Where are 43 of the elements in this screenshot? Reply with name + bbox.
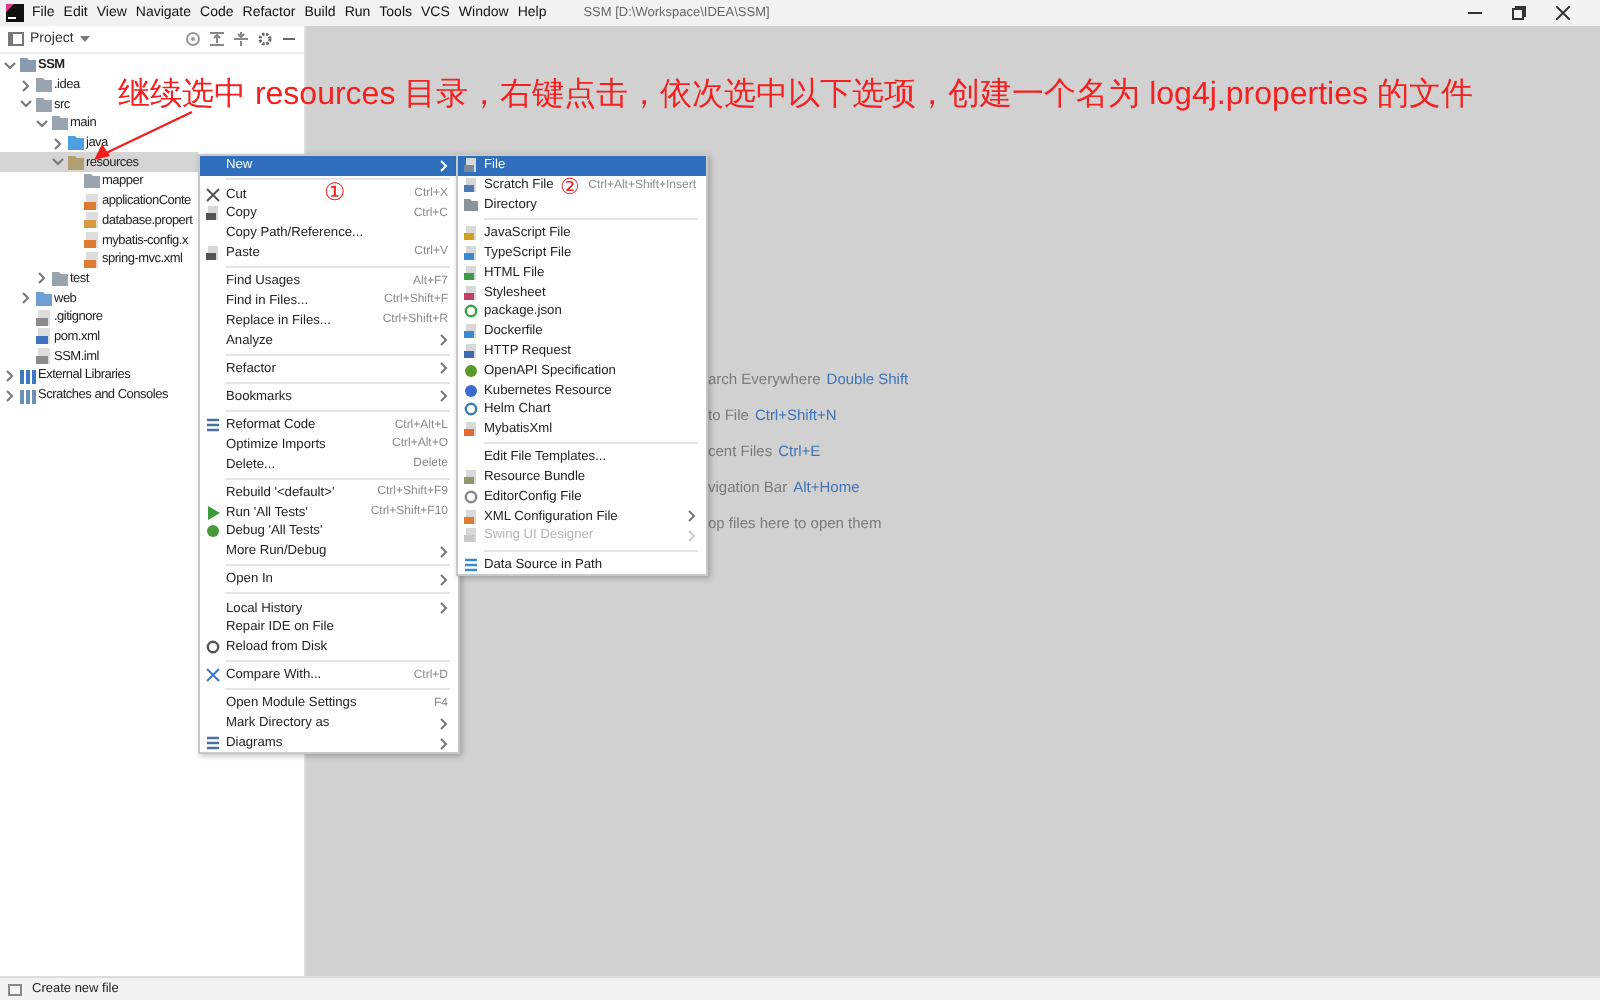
close-icon[interactable] — [1556, 6, 1570, 20]
file-icon — [35, 348, 51, 365]
chevron-right-icon[interactable] — [52, 137, 64, 150]
app-logo-icon — [6, 4, 24, 22]
chevron-right-icon[interactable] — [4, 369, 16, 382]
library-icon — [19, 367, 35, 384]
caret-icon[interactable] — [79, 35, 90, 43]
lines-icon — [206, 418, 220, 433]
chevron-right-icon[interactable] — [20, 292, 32, 305]
hide-icon[interactable] — [282, 32, 296, 46]
chevron-down-icon[interactable] — [52, 156, 64, 169]
file-icon — [464, 285, 478, 300]
minimize-icon[interactable] — [1468, 6, 1482, 20]
play-icon — [206, 505, 220, 520]
file-icon — [464, 343, 478, 358]
chevron-down-icon[interactable] — [20, 98, 32, 111]
settings-icon[interactable] — [258, 32, 272, 46]
collapse-icon[interactable] — [234, 32, 248, 46]
chevron-down-icon[interactable] — [4, 59, 16, 72]
chevron-right-icon[interactable] — [20, 79, 32, 92]
file-icon — [464, 470, 478, 485]
file-icon — [464, 158, 478, 173]
restore-icon[interactable] — [1512, 6, 1526, 20]
circle-icon — [464, 304, 478, 319]
step-marker: ② — [560, 178, 580, 200]
file-icon — [464, 245, 478, 260]
target-icon[interactable] — [186, 32, 200, 46]
file-icon — [464, 422, 478, 437]
expand-icon[interactable] — [210, 32, 224, 46]
file-icon — [464, 265, 478, 280]
chevron-right-icon[interactable] — [4, 389, 16, 402]
step-marker: ① — [324, 180, 346, 204]
file-icon — [464, 528, 478, 543]
file-icon — [464, 226, 478, 241]
panel-icon — [8, 32, 24, 46]
file-icon — [464, 509, 478, 524]
panel-icon — [8, 983, 22, 995]
chevron-down-icon[interactable] — [36, 117, 48, 130]
chevron-right-icon[interactable] — [36, 272, 48, 285]
file-icon — [464, 324, 478, 339]
file-icon — [464, 178, 478, 193]
folder-icon — [464, 197, 478, 212]
annotation-text: 继续选中 resources 目录，右键点击，依次选中以下选项，创建一个名为 log4j.properties 的文件 — [118, 75, 1473, 116]
